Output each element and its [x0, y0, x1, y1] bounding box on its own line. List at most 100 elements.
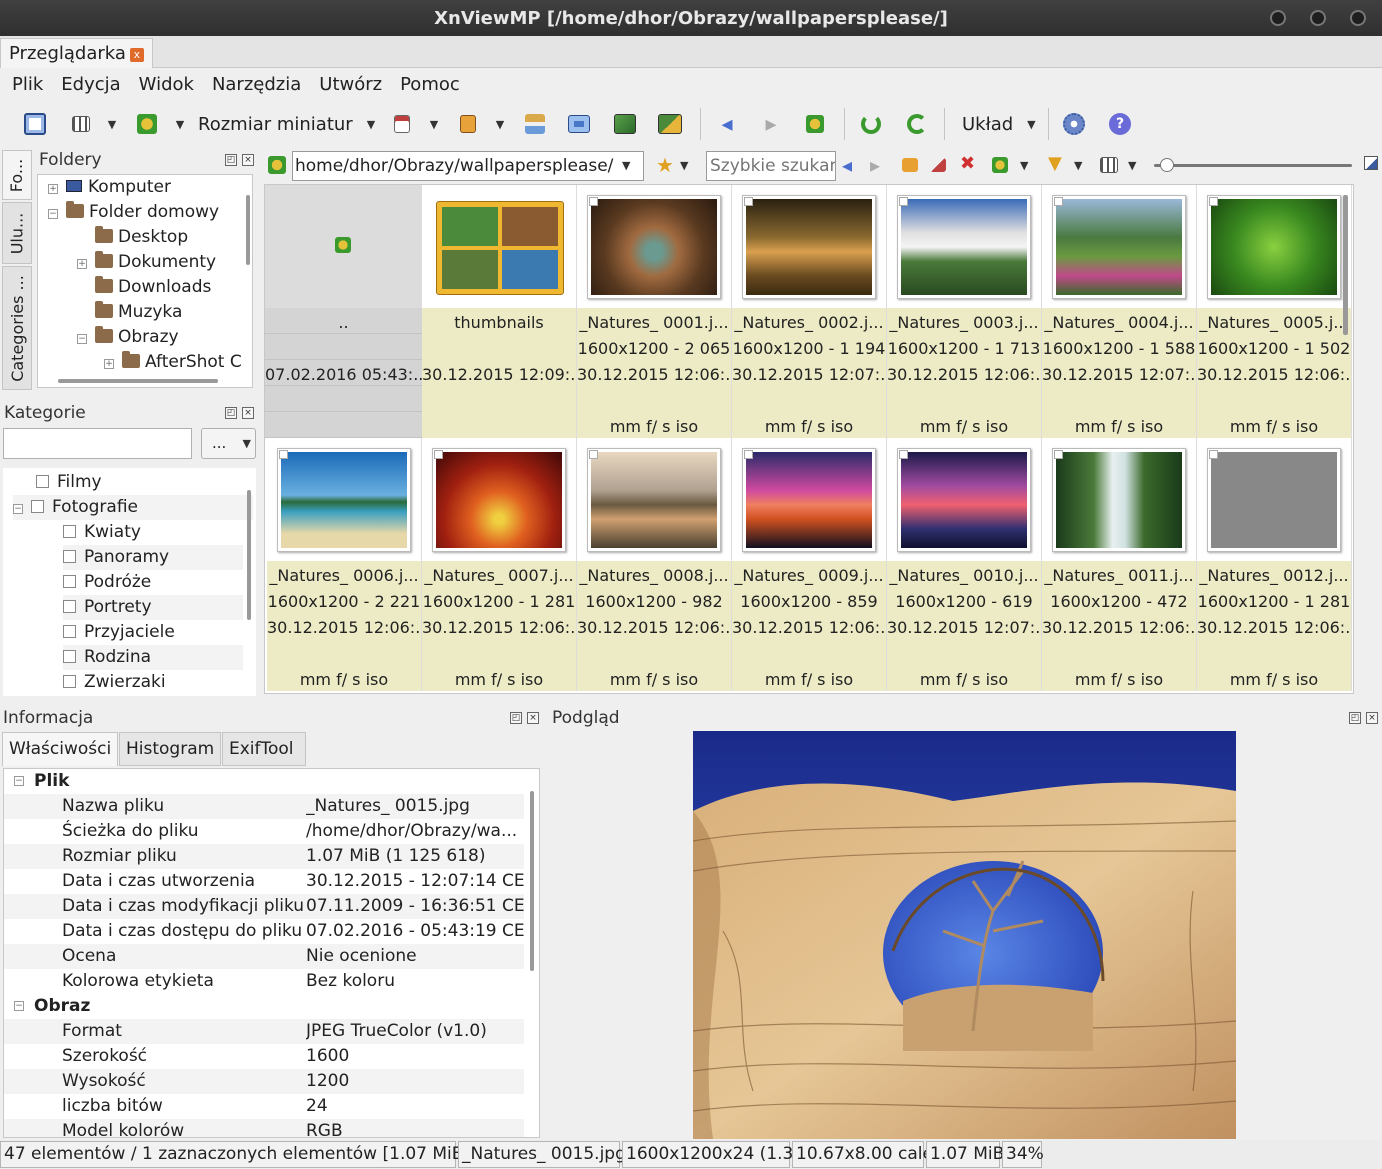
close-panel-icon[interactable]: × — [1366, 712, 1378, 724]
parent-folder-cell[interactable]: .. 07.02.2016 05:43:... — [265, 185, 422, 438]
capture-button[interactable] — [566, 110, 592, 138]
category-item[interactable]: Portrety — [63, 595, 243, 620]
category-checkbox[interactable] — [63, 600, 76, 613]
category-item[interactable]: Kwiaty — [63, 520, 141, 545]
property-row[interactable]: Nazwa pliku _Natures_ 0015.jpg — [4, 794, 524, 819]
menu-tools[interactable]: Narzędzia — [212, 70, 301, 100]
property-section[interactable]: − Plik — [4, 769, 524, 794]
grid-view-icon[interactable] — [1100, 157, 1118, 173]
arrow-left-icon[interactable]: ◂ — [842, 153, 852, 177]
thumbnail-cell[interactable]: _Natures_ 0004.j... 1600x1200 - 1 588 30.1… — [1042, 185, 1197, 438]
chevron-down-icon[interactable]: ▼ — [680, 159, 688, 172]
select-checkbox[interactable] — [1054, 450, 1063, 459]
sort-dropdown[interactable]: ▼ — [170, 110, 190, 138]
thumbnail-cell[interactable]: _Natures_ 0009.j... 1600x1200 - 859 30.12.… — [732, 438, 887, 691]
category-checkbox[interactable] — [63, 525, 76, 538]
category-checkbox[interactable] — [63, 675, 76, 688]
tab-properties[interactable]: Właściwości — [2, 732, 118, 766]
property-section[interactable]: − Obraz — [4, 994, 524, 1019]
menu-edit[interactable]: Edycja — [61, 70, 120, 100]
property-row[interactable]: Data i czas dostępu do pliku 07.02.2016 -… — [4, 919, 524, 944]
tree-item-desktop[interactable]: Desktop — [95, 225, 188, 250]
select-checkbox[interactable] — [434, 450, 443, 459]
menu-view[interactable]: Widok — [139, 70, 194, 100]
category-checkbox[interactable] — [36, 475, 49, 488]
select-checkbox[interactable] — [589, 197, 598, 206]
close-panel-icon[interactable]: × — [242, 154, 254, 166]
forward-button[interactable]: ▸ — [758, 110, 784, 138]
filter-icon[interactable]: ▼ — [1048, 153, 1062, 174]
category-item[interactable]: Filmy — [36, 470, 102, 495]
thumbnail-size-slider[interactable] — [1154, 164, 1352, 167]
select-checkbox[interactable] — [1054, 197, 1063, 206]
help-button[interactable]: ? — [1106, 110, 1134, 138]
rename-icon[interactable] — [930, 158, 946, 172]
property-row[interactable]: Data i czas utworzenia 30.12.2015 - 12:07… — [4, 869, 524, 894]
parent-folder-icon[interactable] — [268, 156, 286, 174]
category-item[interactable]: − Fotografie — [13, 495, 253, 520]
rotate-right-button[interactable] — [904, 110, 930, 138]
close-window-button[interactable] — [1350, 10, 1366, 26]
close-panel-icon[interactable]: × — [242, 407, 254, 419]
chevron-down-icon[interactable]: ▼ — [1128, 159, 1136, 172]
property-row[interactable]: Wysokość 1200 — [4, 1069, 524, 1094]
collapse-icon[interactable]: − — [48, 209, 58, 219]
category-checkbox[interactable] — [63, 550, 76, 563]
path-input[interactable]: home/dhor/Obrazy/wallpapersplease/ — [292, 151, 644, 181]
side-tab-favourites[interactable]: Ulu... — [2, 202, 32, 264]
thumbnail-cell[interactable]: _Natures_ 0012.j... 1600x1200 - 1 281 30.1… — [1197, 438, 1352, 691]
category-checkbox[interactable] — [63, 650, 76, 663]
thumbnail-cell[interactable]: _Natures_ 0011.j... 1600x1200 - 472 30.12.… — [1042, 438, 1197, 691]
select-checkbox[interactable] — [279, 450, 288, 459]
delete-icon[interactable]: ✖ — [960, 153, 975, 174]
thumbnail-cell[interactable]: _Natures_ 0001.j... 1600x1200 - 2 065 30.1… — [577, 185, 732, 438]
filter-dropdown[interactable]: ▼ — [424, 110, 444, 138]
select-checkbox[interactable] — [1209, 450, 1218, 459]
category-item[interactable]: Podróże — [63, 570, 151, 595]
folder-tree-button[interactable] — [522, 110, 548, 138]
tab-exiftool[interactable]: ExifTool — [222, 732, 306, 766]
collapse-icon[interactable]: − — [13, 504, 23, 514]
property-row[interactable]: Model kolorów RGB — [4, 1119, 524, 1137]
preview-toggle-icon[interactable] — [1364, 156, 1378, 170]
path-dropdown-icon[interactable]: ▼ — [622, 159, 630, 172]
star-icon[interactable]: ★ — [656, 153, 674, 177]
select-checkbox[interactable] — [744, 450, 753, 459]
category-checkbox[interactable] — [31, 500, 44, 513]
property-row[interactable]: Rozmiar pliku 1.07 MiB (1 125 618) — [4, 844, 524, 869]
thumbnail-cell[interactable]: _Natures_ 0008.j... 1600x1200 - 982 30.12.… — [577, 438, 732, 691]
property-row[interactable]: liczba bitów 24 — [4, 1094, 524, 1119]
category-filter-input[interactable] — [3, 428, 192, 459]
folder-tree-scrollbar[interactable] — [246, 195, 250, 265]
expand-icon[interactable]: + — [77, 259, 87, 269]
thumbnail-cell[interactable]: _Natures_ 0010.j... 1600x1200 - 619 30.12.… — [887, 438, 1042, 691]
thumbnail-cell[interactable]: _Natures_ 0003.j... 1600x1200 - 1 713 30.1… — [887, 185, 1042, 438]
tree-item-music[interactable]: Muzyka — [95, 300, 182, 325]
property-row[interactable]: Kolorowa etykieta Bez koloru — [4, 969, 524, 994]
thumbnail-size-menu[interactable]: Rozmiar miniatur ▼ — [198, 110, 380, 138]
category-checkbox[interactable] — [63, 625, 76, 638]
category-scrollbar[interactable] — [247, 490, 251, 620]
float-panel-icon[interactable]: ◰ — [1349, 712, 1361, 724]
category-item[interactable]: Przyjaciele — [63, 620, 175, 645]
select-checkbox[interactable] — [1209, 197, 1218, 206]
collapse-icon[interactable]: − — [77, 334, 87, 344]
back-button[interactable]: ◂ — [714, 110, 740, 138]
up-button[interactable] — [802, 110, 828, 138]
thumbnail-cell[interactable]: _Natures_ 0002.j... 1600x1200 - 1 194 30.1… — [732, 185, 887, 438]
property-row[interactable]: Data i czas modyfikacji pliku 07.11.2009 … — [4, 894, 524, 919]
select-checkbox[interactable] — [899, 197, 908, 206]
filter-button[interactable] — [390, 110, 414, 138]
tree-item-pictures[interactable]: − Obrazy — [77, 325, 179, 350]
tab-close-icon[interactable]: x — [129, 48, 144, 62]
tree-item-downloads[interactable]: Downloads — [95, 275, 211, 300]
side-tab-folders[interactable]: Fo... — [2, 150, 32, 200]
select-checkbox[interactable] — [744, 197, 753, 206]
select-checkbox[interactable] — [899, 450, 908, 459]
menu-create[interactable]: Utwórz — [319, 70, 382, 100]
category-item[interactable]: Rodzina — [63, 645, 243, 670]
convert-button[interactable] — [612, 110, 638, 138]
close-panel-icon[interactable]: × — [527, 712, 539, 724]
float-panel-icon[interactable]: ◰ — [225, 154, 237, 166]
select-checkbox[interactable] — [589, 450, 598, 459]
